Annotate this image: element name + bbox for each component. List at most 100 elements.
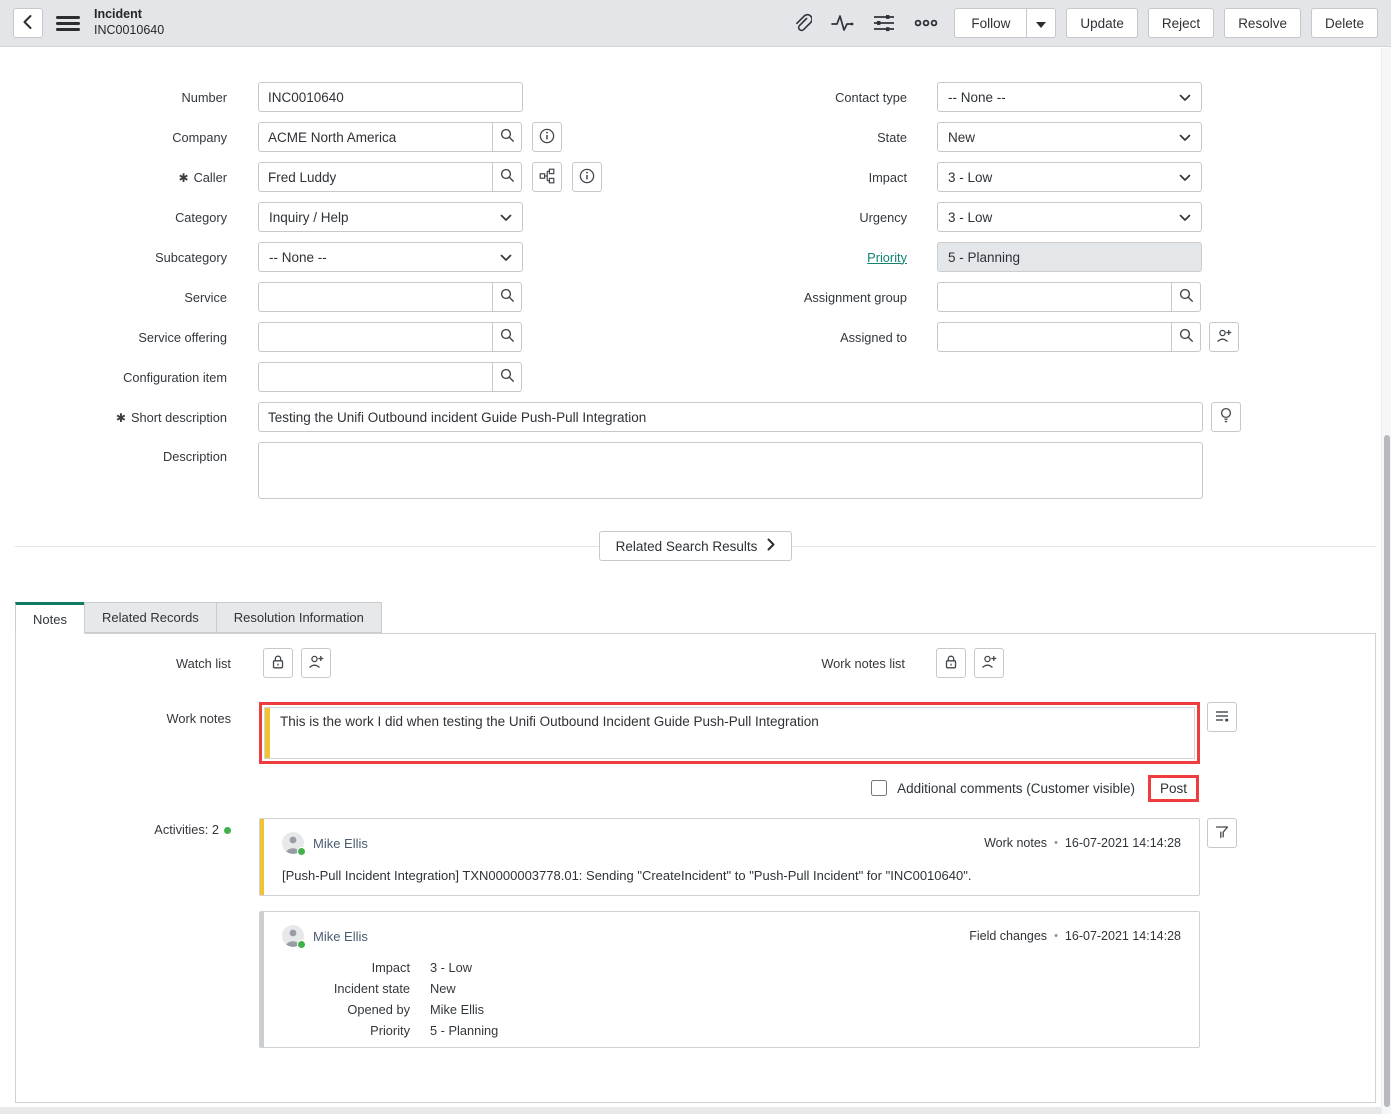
search-icon <box>500 288 515 306</box>
activity-type: Work notes <box>984 836 1047 850</box>
activity-stripe <box>260 819 264 895</box>
service-offering-search-button[interactable] <box>492 322 522 352</box>
avatar <box>282 925 304 947</box>
field-change-value: New <box>430 981 1181 996</box>
more-options-icon[interactable] <box>914 18 938 28</box>
live-update-indicator <box>224 827 231 834</box>
assignment-group-label: Assignment group <box>677 290 937 305</box>
activity-stream-icon[interactable] <box>831 13 854 33</box>
vertical-scrollbar[interactable] <box>1381 48 1391 1114</box>
suggestion-button[interactable] <box>1211 402 1241 432</box>
caller-input[interactable] <box>258 162 493 192</box>
add-user-icon <box>1216 328 1232 347</box>
caret-down-icon <box>1036 16 1046 31</box>
urgency-label: Urgency <box>677 210 937 225</box>
company-input[interactable] <box>258 122 493 152</box>
assign-to-me-button[interactable] <box>1209 322 1239 352</box>
post-annotation-box: Post <box>1148 775 1199 802</box>
impact-label: Impact <box>677 170 937 185</box>
number-input[interactable] <box>258 82 523 112</box>
state-label: State <box>677 130 937 145</box>
activity-timestamp: 16-07-2021 14:14:28 <box>1065 836 1181 850</box>
work-notes-list-add-me-button[interactable] <box>974 648 1004 678</box>
contact-type-select[interactable]: -- None -- <box>937 82 1202 112</box>
watch-list-add-me-button[interactable] <box>301 648 331 678</box>
assignment-group-search-button[interactable] <box>1171 282 1201 312</box>
configuration-item-search-button[interactable] <box>492 362 522 392</box>
activity-author[interactable]: Mike Ellis <box>313 929 368 944</box>
meta-separator: • <box>1054 930 1058 942</box>
state-select[interactable]: New <box>937 122 1202 152</box>
company-label: Company <box>0 130 258 145</box>
related-search-results-button[interactable]: Related Search Results <box>599 531 793 561</box>
description-label: Description <box>0 442 258 464</box>
context-menu-icon[interactable] <box>56 13 80 34</box>
work-notes-list-unlock-button[interactable] <box>936 648 966 678</box>
service-offering-input[interactable] <box>258 322 493 352</box>
impact-select[interactable]: 3 - Low <box>937 162 1202 192</box>
lock-icon <box>270 654 286 673</box>
follow-dropdown-button[interactable] <box>1026 8 1056 38</box>
record-number-label: INC0010640 <box>94 23 164 39</box>
scrollbar-thumb[interactable] <box>1384 435 1390 1107</box>
description-textarea[interactable] <box>258 442 1203 499</box>
watch-list-unlock-button[interactable] <box>263 648 293 678</box>
short-description-input[interactable] <box>258 402 1203 432</box>
search-icon <box>1179 328 1194 346</box>
configuration-item-input[interactable] <box>258 362 493 392</box>
activity-list-icon <box>1214 708 1230 727</box>
back-button[interactable] <box>13 8 43 38</box>
attachment-icon[interactable] <box>792 13 812 34</box>
caller-search-button[interactable] <box>492 162 522 192</box>
follow-button[interactable]: Follow <box>954 8 1027 38</box>
chevron-down-icon <box>1179 130 1191 145</box>
chevron-down-icon <box>1179 170 1191 185</box>
subcategory-label: Subcategory <box>0 250 258 265</box>
work-notes-textarea[interactable]: This is the work I did when testing the … <box>270 708 1194 758</box>
required-marker: ✱ <box>179 171 189 185</box>
company-preview-button[interactable] <box>532 122 562 152</box>
priority-link[interactable]: Priority <box>677 250 937 265</box>
service-input[interactable] <box>258 282 493 312</box>
short-description-label: ✱Short description <box>0 410 258 425</box>
urgency-select[interactable]: 3 - Low <box>937 202 1202 232</box>
toggle-activity-stream-button[interactable] <box>1207 702 1237 732</box>
meta-separator: • <box>1054 837 1058 849</box>
tab-resolution-information[interactable]: Resolution Information <box>216 602 382 633</box>
personalize-form-icon[interactable] <box>873 13 895 33</box>
company-search-button[interactable] <box>492 122 522 152</box>
service-search-button[interactable] <box>492 282 522 312</box>
activity-body: [Push-Pull Incident Integration] TXN0000… <box>282 868 1181 883</box>
assigned-to-input[interactable] <box>937 322 1172 352</box>
field-change-label: Impact <box>282 960 410 975</box>
assignment-group-input[interactable] <box>937 282 1172 312</box>
reject-button[interactable]: Reject <box>1148 8 1214 38</box>
number-label: Number <box>0 90 258 105</box>
caller-show-related-button[interactable] <box>532 162 562 192</box>
resolve-button[interactable]: Resolve <box>1224 8 1301 38</box>
subcategory-select[interactable]: -- None -- <box>258 242 523 272</box>
additional-comments-checkbox[interactable] <box>871 780 887 796</box>
assigned-to-search-button[interactable] <box>1171 322 1201 352</box>
service-label: Service <box>0 290 258 305</box>
tab-related-records[interactable]: Related Records <box>84 602 217 633</box>
post-button[interactable]: Post <box>1151 778 1196 799</box>
search-icon <box>500 368 515 386</box>
filter-icon <box>1214 824 1230 843</box>
activity-stripe <box>260 912 264 1047</box>
field-change-label: Priority <box>282 1023 410 1038</box>
header-bar: Incident INC0010640 Follow Update Reject… <box>0 0 1391 47</box>
field-change-value: 3 - Low <box>430 960 1181 975</box>
delete-button[interactable]: Delete <box>1311 8 1378 38</box>
activity-filter-button[interactable] <box>1207 818 1237 848</box>
category-select[interactable]: Inquiry / Help <box>258 202 523 232</box>
work-notes-annotation-box: This is the work I did when testing the … <box>259 702 1200 764</box>
related-search-divider: Related Search Results <box>15 531 1376 561</box>
info-icon <box>539 128 555 147</box>
update-button[interactable]: Update <box>1066 8 1138 38</box>
chevron-down-icon <box>500 250 512 265</box>
tab-notes[interactable]: Notes <box>15 602 85 634</box>
field-change-value: 5 - Planning <box>430 1023 1181 1038</box>
caller-preview-button[interactable] <box>572 162 602 192</box>
activity-author[interactable]: Mike Ellis <box>313 836 368 851</box>
